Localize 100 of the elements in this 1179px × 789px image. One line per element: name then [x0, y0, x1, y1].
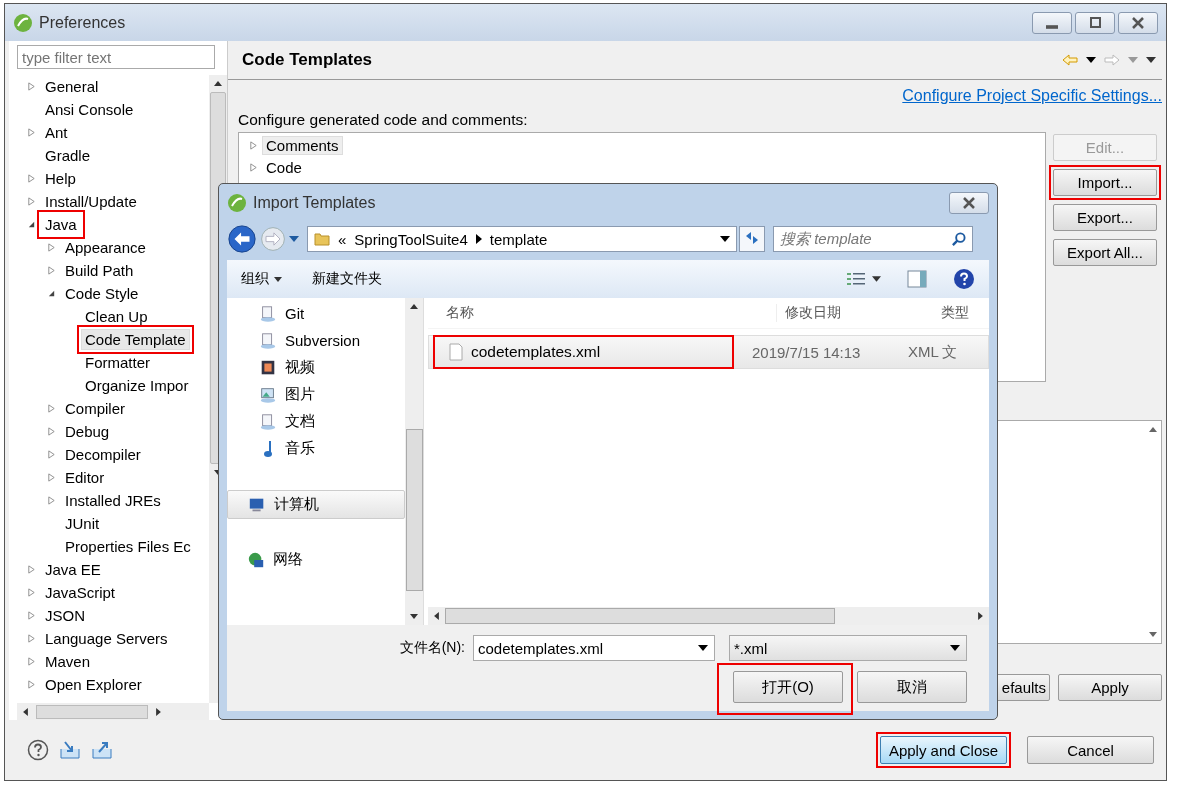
nav-item[interactable]: 文档 — [227, 408, 405, 435]
page-button[interactable]: Apply — [1058, 674, 1162, 701]
tree-item[interactable]: Open Explorer — [41, 674, 146, 695]
close-button[interactable] — [1118, 11, 1158, 34]
scroll-right-icon[interactable] — [156, 707, 161, 716]
tree-item[interactable]: Install/Update — [41, 191, 141, 212]
project-settings-link[interactable]: Configure Project Specific Settings... — [902, 87, 1162, 105]
export-icon[interactable] — [91, 740, 113, 760]
expand-icon[interactable] — [47, 266, 56, 275]
tree-item[interactable]: Java — [41, 214, 81, 235]
tree-item[interactable]: Build Path — [61, 260, 138, 281]
expand-icon[interactable] — [249, 162, 258, 172]
tree-item[interactable]: Compiler — [61, 398, 129, 419]
tree-item[interactable]: JUnit — [61, 513, 104, 534]
tree-item[interactable]: Language Servers — [41, 628, 172, 649]
expand-icon[interactable] — [27, 634, 36, 643]
dialog-button[interactable]: 打开(O) — [733, 671, 843, 703]
expand-icon[interactable] — [27, 588, 36, 597]
horizontal-scrollbar[interactable] — [17, 703, 209, 720]
expand-icon[interactable] — [47, 496, 56, 505]
expand-icon[interactable] — [27, 680, 36, 689]
scroll-left-icon[interactable] — [434, 612, 439, 620]
chevron-right-icon[interactable] — [475, 234, 482, 244]
collapse-icon[interactable] — [27, 220, 36, 229]
address-bar[interactable]: « SpringToolSuite4 template — [307, 226, 737, 252]
scroll-right-icon[interactable] — [978, 612, 983, 620]
close-button[interactable] — [949, 192, 989, 214]
refresh-button[interactable] — [739, 226, 765, 252]
file-type-dropdown[interactable]: *.xml — [729, 635, 967, 661]
maximize-button[interactable] — [1075, 11, 1115, 34]
nav-item[interactable]: 图片 — [227, 381, 405, 408]
nav-item[interactable]: 计算机 — [227, 490, 405, 519]
template-item[interactable]: Code — [262, 157, 306, 177]
collapse-icon[interactable] — [47, 289, 56, 298]
nav-item[interactable]: 音乐 — [227, 435, 405, 462]
scroll-up-icon[interactable] — [410, 304, 418, 309]
footer-button[interactable]: Apply and Close — [880, 736, 1007, 764]
tree-item[interactable]: Properties Files Ec — [61, 536, 195, 557]
dropdown-icon[interactable] — [1086, 57, 1096, 63]
back-button-icon[interactable] — [227, 224, 257, 254]
tree-item[interactable]: Editor — [61, 467, 109, 488]
column-header[interactable]: 修改日期 — [776, 304, 933, 322]
nav-item[interactable]: Git — [227, 300, 405, 327]
help-icon[interactable] — [953, 268, 975, 290]
scroll-up-icon[interactable] — [1148, 427, 1157, 432]
scroll-down-icon[interactable] — [410, 614, 418, 619]
tree-item[interactable]: Clean Up — [81, 306, 152, 327]
toolbar-button[interactable]: 新建文件夹 — [312, 270, 382, 288]
view-list-icon[interactable] — [846, 271, 866, 287]
view-menu-icon[interactable] — [1146, 57, 1156, 63]
expand-icon[interactable] — [47, 243, 56, 252]
side-button[interactable]: Import... — [1053, 169, 1157, 196]
expand-icon[interactable] — [47, 450, 56, 459]
expand-icon[interactable] — [249, 140, 258, 150]
tree-item[interactable]: Help — [41, 168, 80, 189]
expand-icon[interactable] — [27, 174, 36, 183]
path-overflow-mark[interactable]: « — [338, 230, 347, 248]
side-button[interactable]: Export All... — [1053, 239, 1157, 266]
expand-icon[interactable] — [47, 427, 56, 436]
expand-icon[interactable] — [27, 197, 36, 206]
expand-icon[interactable] — [27, 657, 36, 666]
template-item[interactable]: Comments — [262, 135, 343, 155]
file-row[interactable]: codetemplates.xml 2019/7/15 14:13 XML 文 — [428, 335, 989, 369]
column-header[interactable]: 类型 — [933, 304, 989, 322]
dropdown-icon[interactable] — [872, 276, 881, 282]
tree-item[interactable]: Organize Impor — [81, 375, 193, 396]
expand-icon[interactable] — [47, 473, 56, 482]
tree-item[interactable]: Appearance — [61, 237, 150, 258]
tree-item[interactable]: Code Template — [81, 329, 190, 350]
tree-item[interactable]: Ansi Console — [41, 99, 138, 120]
import-icon[interactable] — [59, 740, 81, 760]
scroll-left-icon[interactable] — [23, 707, 28, 716]
dialog-button[interactable]: 取消 — [857, 671, 967, 703]
tree-item[interactable]: General — [41, 76, 103, 97]
tree-item[interactable]: JSON — [41, 605, 89, 626]
footer-button[interactable]: Cancel — [1027, 736, 1154, 764]
vertical-scrollbar[interactable] — [405, 298, 423, 625]
path-segment[interactable]: SpringToolSuite4 — [354, 230, 468, 248]
tree-item[interactable]: Ant — [41, 122, 72, 143]
nav-item[interactable]: 视频 — [227, 354, 405, 381]
tree-item[interactable]: Installed JREs — [61, 490, 165, 511]
side-button[interactable]: Export... — [1053, 204, 1157, 231]
tree-item[interactable]: Maven — [41, 651, 95, 672]
filter-field[interactable]: type filter text — [17, 45, 215, 69]
tree-item[interactable]: Debug — [61, 421, 114, 442]
expand-icon[interactable] — [27, 128, 36, 137]
tree-item[interactable]: Java EE — [41, 559, 105, 580]
expand-icon[interactable] — [27, 82, 36, 91]
expand-icon[interactable] — [47, 404, 56, 413]
horizontal-scrollbar[interactable] — [428, 607, 989, 625]
minimize-button[interactable] — [1032, 11, 1072, 34]
tree-item[interactable]: Gradle — [41, 145, 95, 166]
tree-item[interactable]: JavaScript — [41, 582, 120, 603]
scroll-up-icon[interactable] — [214, 81, 222, 86]
expand-icon[interactable] — [27, 611, 36, 620]
dropdown-icon[interactable] — [720, 236, 730, 242]
tree-item[interactable]: Code Style — [61, 283, 143, 304]
nav-item[interactable]: 网络 — [227, 546, 405, 573]
preview-pane-icon[interactable] — [907, 270, 927, 288]
nav-item[interactable]: Subversion — [227, 327, 405, 354]
